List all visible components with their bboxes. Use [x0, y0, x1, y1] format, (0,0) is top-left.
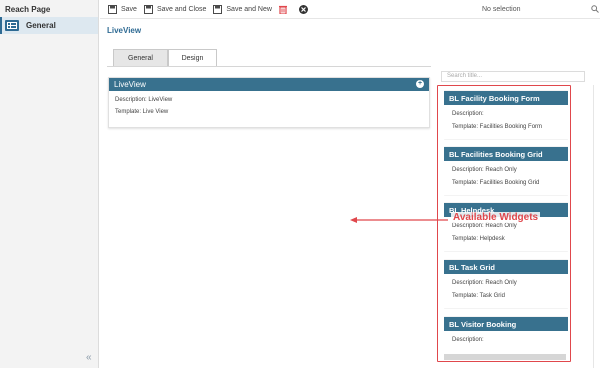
trash-icon [279, 5, 288, 14]
save-and-close-button[interactable]: Save and Close [143, 0, 207, 19]
selection-status: No selection [482, 6, 521, 13]
sidebar-title: Reach Page [5, 5, 51, 14]
save-and-new-label: Save and New [226, 5, 272, 13]
sidebar-item-general[interactable]: General [0, 17, 98, 34]
liveview-widget-card[interactable]: LiveView + Description: LiveView Templat… [108, 77, 430, 128]
toolbar: Save Save and Close Save and New No sele… [100, 0, 600, 19]
save-close-icon [143, 4, 153, 14]
save-icon [108, 4, 117, 14]
save-and-close-label: Save and Close [156, 5, 207, 13]
liveview-card-header: LiveView + [109, 78, 429, 91]
highlight-frame [437, 85, 571, 362]
tab-bar: General Design [113, 49, 217, 66]
add-icon[interactable]: + [416, 80, 424, 88]
tab-general[interactable]: General [113, 49, 168, 66]
card-template: Template: Live View [115, 109, 169, 115]
save-button[interactable]: Save [108, 0, 137, 19]
panel-divider [593, 85, 594, 368]
tab-divider [107, 66, 431, 67]
close-circle-icon [298, 4, 308, 14]
delete-button[interactable] [279, 0, 292, 19]
card-title: LiveView [114, 80, 146, 89]
save-label: Save [121, 5, 137, 13]
grid-icon [5, 20, 19, 31]
annotation-label: Available Widgets [451, 212, 541, 223]
save-and-new-button[interactable]: Save and New [213, 0, 272, 19]
tab-design[interactable]: Design [168, 49, 217, 66]
sidebar-item-label: General [26, 21, 56, 30]
card-description: Description: LiveView [115, 97, 173, 103]
search-icon[interactable] [591, 5, 599, 15]
close-button[interactable] [298, 0, 312, 19]
annotation-arrow-icon [350, 217, 448, 223]
widget-search-input[interactable]: Search title... [441, 71, 585, 82]
sidebar: Reach Page General « [0, 0, 99, 368]
collapse-sidebar-icon[interactable]: « [86, 352, 92, 363]
save-new-icon [213, 4, 223, 14]
page-title-link[interactable]: LiveView [107, 26, 141, 35]
